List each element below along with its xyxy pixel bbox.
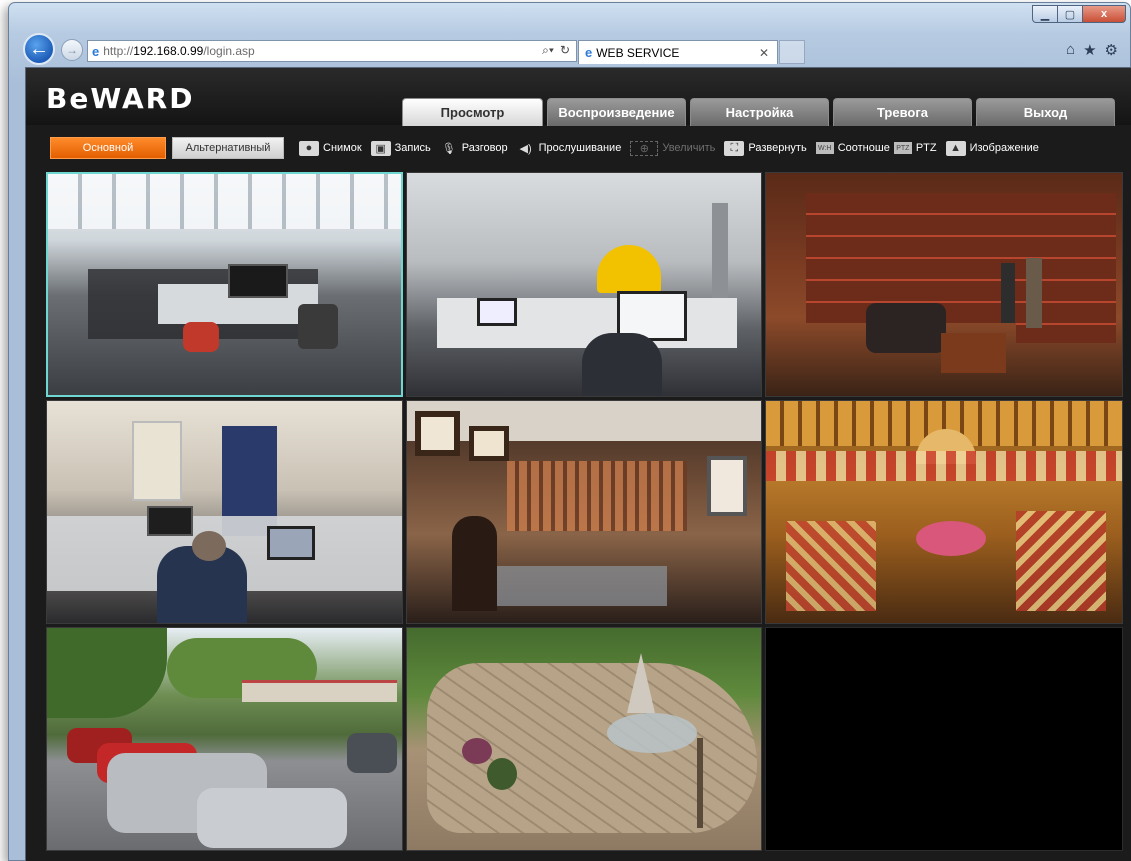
aspect-ratio-button[interactable]: W:H Соотноше: [815, 142, 890, 154]
back-arrow-icon: ←: [29, 37, 49, 60]
zoom-button[interactable]: ⊕ Увеличить: [630, 140, 716, 156]
tab-close-icon[interactable]: ✕: [759, 46, 769, 60]
camera-feed-image: [407, 628, 761, 850]
fullscreen-icon: ⛶: [724, 140, 745, 156]
listen-label: Прослушивание: [538, 142, 622, 154]
image-settings-button[interactable]: ▲ Изображение: [945, 140, 1039, 156]
tab-alarm[interactable]: Тревога: [833, 98, 972, 126]
snapshot-label: Снимок: [323, 142, 362, 154]
camera-view-4[interactable]: [46, 400, 403, 624]
gear-icon[interactable]: ⚙: [1105, 41, 1118, 59]
back-button[interactable]: ←: [23, 33, 55, 65]
camera-feed-image: [48, 174, 401, 395]
expand-button[interactable]: ⛶ Развернуть: [724, 140, 807, 156]
record-button[interactable]: ▣ Запись: [370, 140, 431, 156]
ie-page-icon: e: [92, 43, 100, 59]
video-camera-icon: ▣: [370, 140, 391, 156]
tab-exit[interactable]: Выход: [976, 98, 1115, 126]
new-tab-button[interactable]: [779, 40, 805, 64]
ptz-label: PTZ: [915, 142, 937, 154]
camera-view-5[interactable]: [406, 400, 762, 624]
camera-icon: ●: [299, 140, 319, 156]
listen-button[interactable]: ◀) Прослушивание: [517, 141, 622, 156]
ptz-icon: PTZ: [893, 142, 912, 154]
talk-button[interactable]: 🎙 Разговор: [440, 141, 508, 156]
camera-feed-image: [407, 401, 761, 623]
talk-label: Разговор: [461, 142, 508, 154]
browser-tab[interactable]: e WEB SERVICE ✕: [578, 40, 778, 64]
tab-settings[interactable]: Настройка: [690, 98, 829, 126]
image-icon: ▲: [945, 140, 966, 156]
forward-arrow-icon: →: [66, 43, 78, 57]
browser-window: ▁ ▢ x ← → e http://192.168.0.99/login.as…: [8, 2, 1131, 861]
favorites-star-icon[interactable]: ★: [1083, 41, 1096, 59]
aspect-ratio-icon: W:H: [815, 142, 834, 154]
home-icon[interactable]: ⌂: [1066, 41, 1075, 59]
camera-grid: [46, 172, 1123, 851]
page-viewport: BeWARD Просмотр Воспроизведение Настройк…: [25, 67, 1131, 861]
camera-view-6[interactable]: [765, 400, 1123, 624]
refresh-icon[interactable]: ↻: [560, 43, 570, 58]
zoom-icon: ⊕: [630, 140, 659, 156]
url-host: 192.168.0.99: [133, 44, 204, 58]
camera-view-7[interactable]: [46, 627, 403, 851]
url-prefix: http://: [103, 44, 134, 58]
forward-button[interactable]: →: [61, 39, 83, 61]
browser-tools: ⌂ ★ ⚙: [1066, 41, 1118, 59]
zoom-label: Увеличить: [662, 142, 716, 154]
secondary-stream-button[interactable]: Альтернативный: [172, 137, 284, 159]
window-controls: ▁ ▢ x: [1032, 5, 1126, 23]
minimize-button[interactable]: ▁: [1032, 5, 1058, 23]
camera-view-9-empty[interactable]: [765, 627, 1123, 851]
page-header: BeWARD Просмотр Воспроизведение Настройк…: [26, 68, 1131, 126]
microphone-icon: 🎙: [441, 142, 456, 155]
primary-stream-button[interactable]: Основной: [50, 137, 166, 159]
image-settings-label: Изображение: [969, 142, 1039, 154]
speaker-icon: ◀): [519, 142, 532, 155]
main-navigation: Просмотр Воспроизведение Настройка Трево…: [402, 98, 1115, 126]
camera-view-1[interactable]: [46, 172, 403, 397]
tab-view[interactable]: Просмотр: [402, 98, 543, 126]
camera-view-2[interactable]: [406, 172, 762, 397]
expand-label: Развернуть: [748, 142, 807, 154]
beward-logo: BeWARD: [46, 82, 195, 115]
snapshot-button[interactable]: ● Снимок: [299, 140, 362, 156]
address-bar[interactable]: e http://192.168.0.99/login.asp ⌕▾ ↻: [87, 40, 577, 62]
tab-title: WEB SERVICE: [596, 45, 680, 60]
camera-feed-image: [47, 628, 402, 850]
url-path: /login.asp: [203, 44, 255, 58]
ptz-button[interactable]: PTZ PTZ: [893, 142, 937, 154]
camera-view-8[interactable]: [406, 627, 762, 851]
tab-ie-icon: e: [585, 45, 593, 60]
address-actions: ⌕▾ ↻: [542, 43, 570, 58]
camera-feed-image: [766, 401, 1122, 623]
maximize-button[interactable]: ▢: [1057, 5, 1083, 23]
search-icon[interactable]: ⌕▾: [542, 43, 554, 58]
camera-feed-image: [407, 173, 761, 396]
close-button[interactable]: x: [1082, 5, 1126, 23]
tab-playback[interactable]: Воспроизведение: [547, 98, 686, 126]
aspect-ratio-label: Соотноше: [837, 142, 890, 154]
camera-feed-image: [47, 401, 402, 623]
view-toolbar: Основной Альтернативный ● Снимок ▣ Запис…: [26, 134, 1131, 162]
camera-view-3[interactable]: [765, 172, 1123, 397]
camera-feed-image: [766, 173, 1122, 396]
record-label: Запись: [394, 142, 431, 154]
